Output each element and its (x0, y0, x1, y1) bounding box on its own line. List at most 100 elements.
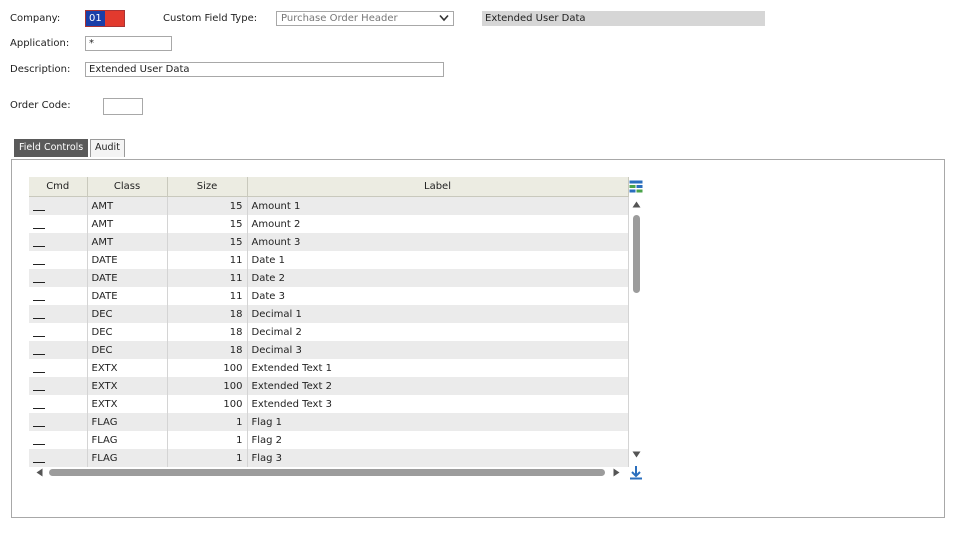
cmd-input[interactable] (33, 344, 45, 356)
download-arrow-icon[interactable] (629, 465, 643, 480)
application-input[interactable]: * (85, 36, 172, 51)
cmd-cell[interactable] (29, 233, 88, 251)
table-row[interactable]: DATE 11 Date 1 (29, 251, 629, 269)
label-cell: Date 1 (247, 251, 629, 269)
column-header-size[interactable]: Size (167, 177, 248, 197)
size-cell: 18 (167, 341, 248, 359)
tab-field-controls[interactable]: Field Controls (14, 139, 89, 157)
table-row[interactable]: AMT 15 Amount 2 (29, 215, 629, 233)
class-cell: DATE (87, 251, 168, 269)
application-label: Application: (10, 38, 70, 49)
table-row[interactable]: FLAG 1 Flag 1 (29, 413, 629, 431)
size-cell: 11 (167, 287, 248, 305)
triangle-right-icon[interactable] (613, 468, 620, 477)
custom-field-type-label: Custom Field Type: (163, 13, 258, 24)
cmd-input[interactable] (33, 416, 45, 428)
cmd-input[interactable] (33, 398, 45, 410)
company-label: Company: (10, 13, 61, 24)
label-cell: Amount 1 (247, 196, 629, 215)
vertical-scroll-thumb[interactable] (633, 215, 640, 293)
size-cell: 1 (167, 413, 248, 431)
description-input[interactable]: Extended User Data (85, 62, 444, 77)
vertical-scrollbar[interactable] (629, 197, 643, 462)
class-cell: DATE (87, 287, 168, 305)
cmd-input[interactable] (33, 326, 45, 338)
label-cell: Flag 2 (247, 431, 629, 449)
table-row[interactable]: AMT 15 Amount 1 (29, 196, 629, 215)
table-row[interactable]: AMT 15 Amount 3 (29, 233, 629, 251)
cmd-cell[interactable] (29, 215, 88, 233)
table-row[interactable]: DEC 18 Decimal 1 (29, 305, 629, 323)
company-field[interactable]: 01 (85, 10, 125, 27)
column-header-label[interactable]: Label (247, 177, 629, 197)
triangle-down-icon[interactable] (632, 451, 641, 458)
cmd-input[interactable] (33, 236, 45, 248)
table-row[interactable]: DEC 18 Decimal 3 (29, 341, 629, 359)
cmd-cell[interactable] (29, 413, 88, 431)
size-cell: 100 (167, 377, 248, 395)
cmd-input[interactable] (33, 272, 45, 284)
cmd-cell[interactable] (29, 287, 88, 305)
cmd-cell[interactable] (29, 269, 88, 287)
order-code-input[interactable] (103, 98, 143, 115)
cmd-input[interactable] (33, 308, 45, 320)
class-cell: DEC (87, 341, 168, 359)
class-cell: AMT (87, 233, 168, 251)
cmd-cell[interactable] (29, 431, 88, 449)
size-cell: 100 (167, 359, 248, 377)
custom-field-type-value: Purchase Order Header (281, 13, 398, 24)
cmd-input[interactable] (33, 218, 45, 230)
table-row[interactable]: EXTX 100 Extended Text 3 (29, 395, 629, 413)
tab-audit[interactable]: Audit (90, 139, 125, 157)
table-row[interactable]: DATE 11 Date 2 (29, 269, 629, 287)
triangle-left-icon[interactable] (36, 468, 43, 477)
class-cell: AMT (87, 215, 168, 233)
size-cell: 18 (167, 323, 248, 341)
cmd-input[interactable] (33, 362, 45, 374)
label-cell: Flag 1 (247, 413, 629, 431)
size-cell: 11 (167, 269, 248, 287)
class-cell: DATE (87, 269, 168, 287)
label-cell: Amount 2 (247, 215, 629, 233)
size-cell: 18 (167, 305, 248, 323)
table-row[interactable]: FLAG 1 Flag 2 (29, 431, 629, 449)
class-cell: EXTX (87, 395, 168, 413)
size-cell: 11 (167, 251, 248, 269)
field-controls-grid: Cmd Class Size Label AMT 15 Amount 1 AMT 15 A… (29, 177, 629, 467)
label-cell: Extended Text 1 (247, 359, 629, 377)
size-cell: 1 (167, 431, 248, 449)
order-code-label: Order Code: (10, 100, 71, 111)
column-header-cmd[interactable]: Cmd (29, 177, 88, 197)
label-cell: Amount 3 (247, 233, 629, 251)
cmd-input[interactable] (33, 290, 45, 302)
table-row[interactable]: EXTX 100 Extended Text 2 (29, 377, 629, 395)
cmd-cell[interactable] (29, 395, 88, 413)
cmd-input[interactable] (33, 434, 45, 446)
cmd-cell[interactable] (29, 359, 88, 377)
cmd-input[interactable] (33, 200, 45, 212)
horizontal-scroll-thumb[interactable] (49, 469, 605, 476)
cmd-input[interactable] (33, 380, 45, 392)
custom-field-type-select[interactable]: Purchase Order Header (276, 11, 454, 26)
cmd-input[interactable] (33, 452, 45, 464)
cmd-cell[interactable] (29, 341, 88, 359)
cmd-input[interactable] (33, 254, 45, 266)
table-row[interactable]: DEC 18 Decimal 2 (29, 323, 629, 341)
cmd-cell[interactable] (29, 377, 88, 395)
cmd-cell[interactable] (29, 323, 88, 341)
custom-field-type-description: Extended User Data (482, 11, 765, 26)
cmd-cell[interactable] (29, 251, 88, 269)
table-row[interactable]: EXTX 100 Extended Text 1 (29, 359, 629, 377)
horizontal-scrollbar[interactable] (29, 465, 628, 479)
triangle-up-icon[interactable] (632, 201, 641, 208)
table-row[interactable]: DATE 11 Date 3 (29, 287, 629, 305)
label-cell: Decimal 1 (247, 305, 629, 323)
cmd-cell[interactable] (29, 305, 88, 323)
label-cell: Decimal 2 (247, 323, 629, 341)
grid-columns-icon[interactable] (629, 180, 643, 193)
label-cell: Date 3 (247, 287, 629, 305)
column-header-class[interactable]: Class (87, 177, 168, 197)
cmd-cell[interactable] (29, 196, 88, 215)
class-cell: FLAG (87, 431, 168, 449)
size-cell: 15 (167, 196, 248, 215)
